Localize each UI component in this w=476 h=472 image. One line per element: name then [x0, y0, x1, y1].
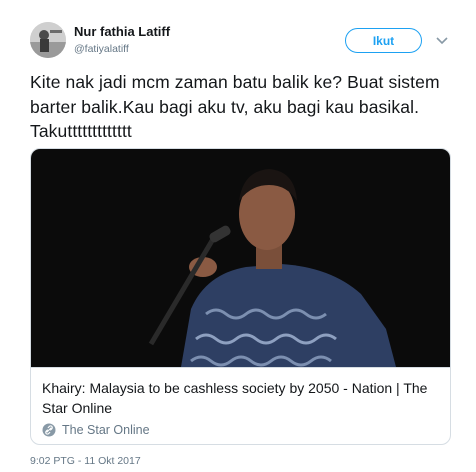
- link-icon: [42, 423, 56, 437]
- card-source: The Star Online: [42, 423, 150, 437]
- author-name[interactable]: Nur fathia Latiff: [74, 24, 170, 39]
- card-source-label: The Star Online: [62, 423, 150, 437]
- follow-button[interactable]: Ikut: [345, 28, 422, 53]
- author-handle[interactable]: @fatiyalatiff: [74, 43, 129, 55]
- link-card[interactable]: Khairy: Malaysia to be cashless society …: [30, 148, 451, 445]
- card-title[interactable]: Khairy: Malaysia to be cashless society …: [42, 378, 442, 418]
- card-image: [31, 149, 450, 367]
- tweet: Nur fathia Latiff @fatiyalatiff Ikut Kit…: [0, 0, 476, 472]
- timestamp[interactable]: 9:02 PTG - 11 Okt 2017: [30, 455, 141, 467]
- card-info: Khairy: Malaysia to be cashless society …: [31, 367, 450, 444]
- tweet-text: Kite nak jadi mcm zaman batu balik ke? B…: [30, 72, 440, 141]
- avatar[interactable]: [30, 22, 66, 58]
- chevron-down-icon[interactable]: [436, 36, 448, 46]
